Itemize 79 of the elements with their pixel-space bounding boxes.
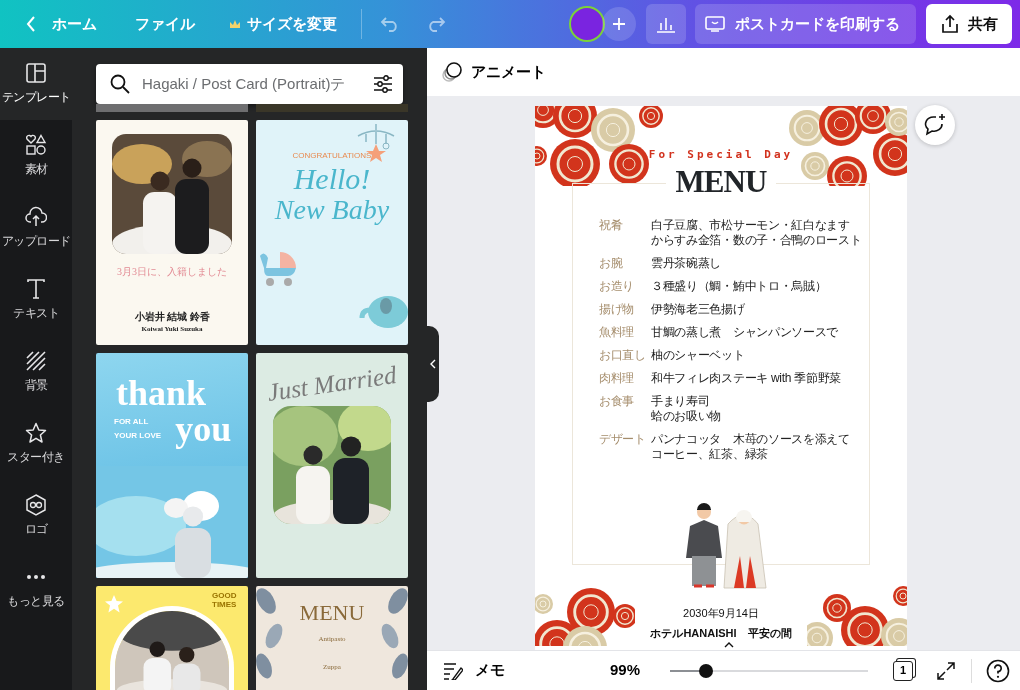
course-label: 祝肴 [598, 218, 624, 235]
course-dishes: からすみ金箔・数の子・合鴨のロースト [650, 233, 862, 248]
expand-icon [937, 662, 955, 681]
hatch-icon [25, 349, 47, 372]
event-venue: ホテルHANAISHI 平安の間 [650, 625, 792, 641]
redo-icon [426, 16, 446, 32]
course-label: 肉料理 [598, 371, 636, 386]
zoom-level-button[interactable]: 99% [609, 659, 640, 682]
sidebar-item[interactable]: テンプレート [0, 47, 72, 120]
course-dishes: 蛤のお吸い物 [650, 409, 722, 424]
template-label: GOOD TIMES [212, 591, 238, 610]
zoom-slider-thumb[interactable] [698, 663, 713, 678]
course-label: お食事 [598, 394, 636, 411]
bar-chart-icon [656, 15, 676, 33]
chevron-left-icon [429, 358, 436, 369]
chevron-up-icon [723, 642, 734, 648]
layout-icon [25, 61, 47, 84]
insights-button[interactable] [646, 4, 686, 44]
avatar[interactable] [569, 6, 605, 42]
search-icon [110, 73, 130, 94]
course-dishes: パンナコッタ 木苺のソースを添えて [650, 432, 850, 447]
hexagon-icon [25, 493, 47, 516]
course-label: お口直し [598, 348, 647, 363]
back-icon [26, 16, 36, 32]
page-count-button[interactable]: 1 [893, 660, 913, 681]
template-heading: MENU [299, 601, 365, 624]
undo-icon [380, 16, 400, 32]
help-icon [986, 658, 1010, 683]
notes-button[interactable]: メモ [442, 659, 505, 682]
course-dishes: 和牛フィレ肉ステーキ with 季節野菜 [650, 371, 841, 386]
template-heading: Hello! [293, 161, 371, 195]
template-thumbnail[interactable]: GOOD TIMES [96, 585, 248, 690]
star-icon [25, 421, 47, 444]
notes-icon [442, 661, 463, 680]
star-icon [104, 593, 124, 614]
card-subtitle: For Special Day [648, 146, 794, 163]
course-label: 魚料理 [598, 325, 636, 340]
crown-icon [229, 19, 241, 29]
course-label: 揚げ物 [598, 302, 636, 317]
template-names: 小岩井 結城 鈴香 [134, 309, 210, 324]
animate-button[interactable]: アニメート [440, 60, 546, 84]
text-icon [25, 277, 47, 300]
filter-icon [372, 74, 393, 93]
template-heading: you [175, 410, 232, 447]
course-dishes: ３種盛り（鯛・鮪中トロ・烏賊） [650, 279, 827, 294]
template-heading: New Baby [274, 194, 390, 226]
more-icon [27, 574, 45, 579]
course-dishes: 甘鯛の蒸し煮 シャンパンソースで [650, 325, 839, 340]
template-thumbnail[interactable] [96, 103, 248, 112]
template-label: YOUR LOVE [114, 429, 162, 442]
course-dishes: 雲丹茶碗蒸し [650, 256, 722, 271]
course-label: デザート [598, 432, 647, 449]
comment-add-icon [922, 112, 947, 137]
shapes-icon [25, 133, 47, 156]
event-date: 2030年9月14日 [683, 606, 759, 622]
template-label: CONGRATULATIONS [292, 149, 372, 162]
course-dishes: 手まり寿司 [650, 394, 711, 409]
animate-icon [440, 60, 463, 83]
print-button[interactable]: ポストカードを印刷する [695, 4, 916, 44]
course-dishes: コーヒー、紅茶、緑茶 [650, 447, 769, 462]
course-dishes: 伊勢海老三色揚げ [650, 302, 745, 317]
course-dishes: 白子豆腐、市松サーモン・紅白なます [650, 218, 851, 233]
template-thumbnail[interactable] [256, 103, 408, 112]
course-label: お腕 [598, 256, 624, 271]
share-icon [940, 14, 960, 34]
postcard-icon [705, 16, 725, 32]
template-heading: 3月3日に、入籍しました [117, 264, 227, 279]
template-heading: thank [116, 374, 207, 411]
add-button[interactable] [602, 7, 636, 41]
search-field[interactable]: Hagaki / Post Card (Portrait)テ [96, 63, 403, 104]
course-label: お造り [598, 279, 636, 294]
share-button[interactable]: 共有 [926, 4, 1012, 44]
add-comment-button[interactable] [914, 104, 955, 145]
help-button[interactable] [986, 658, 1010, 683]
template-label: FOR ALL [114, 415, 150, 428]
template-heading: Just Married [265, 360, 399, 408]
cloud-upload-icon [25, 205, 47, 228]
course-dishes: 柚のシャーベット [650, 348, 745, 363]
plus-icon [612, 17, 626, 31]
